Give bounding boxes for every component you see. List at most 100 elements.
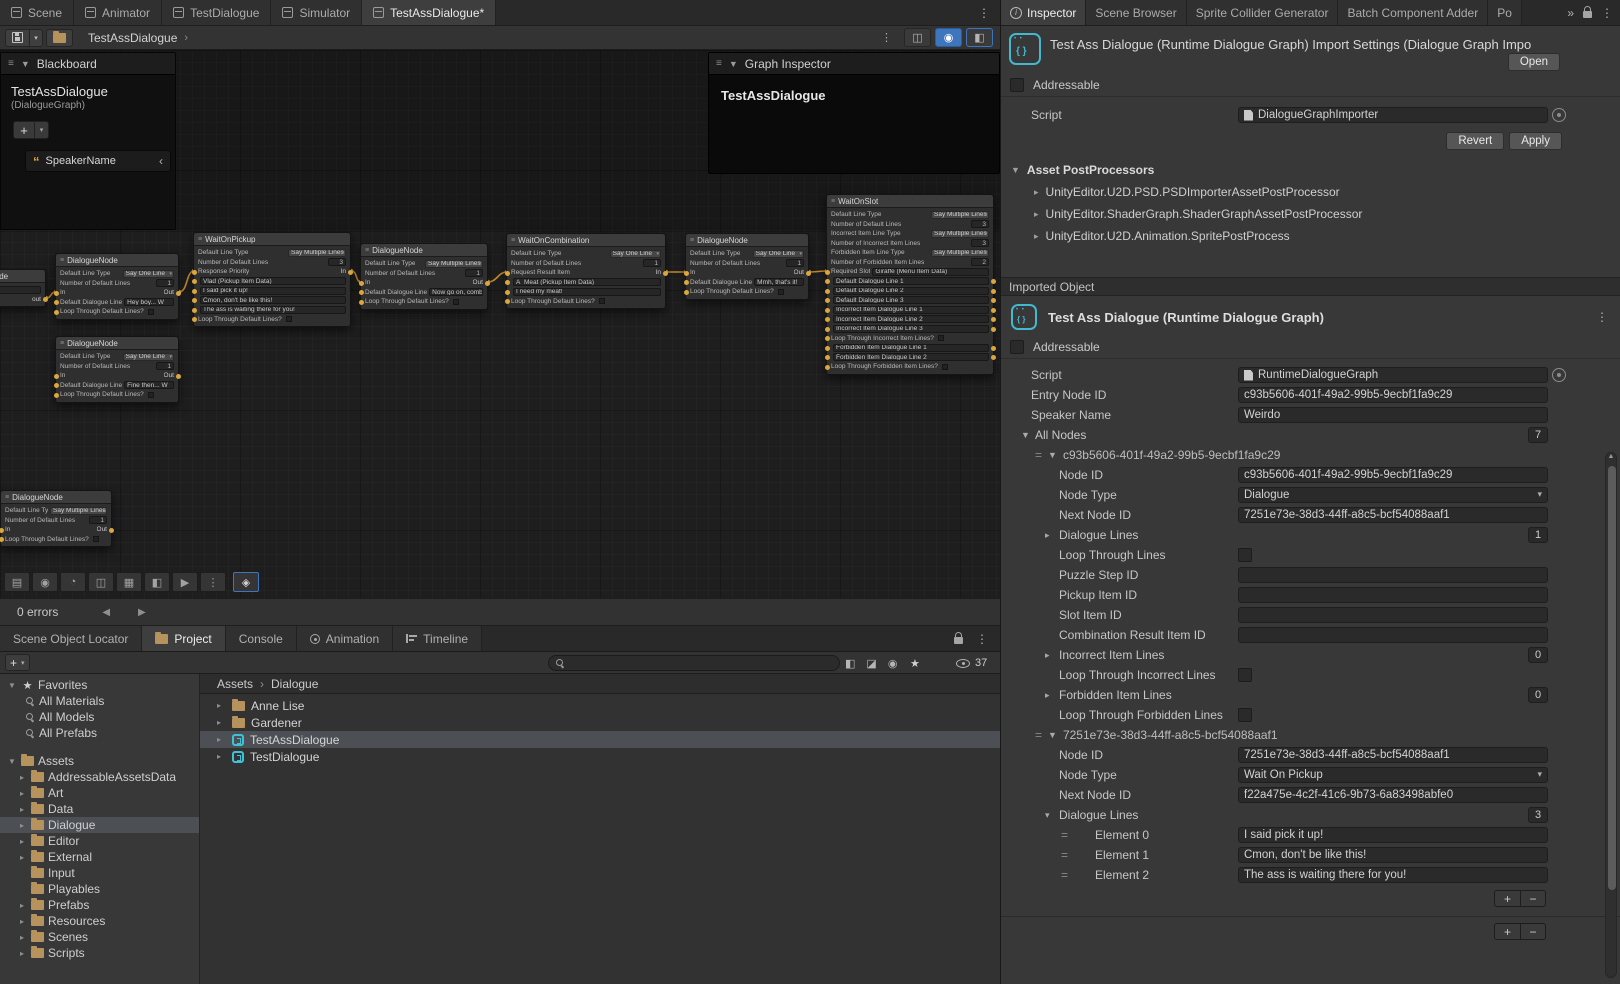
node-title[interactable]: ≡DialogueNode	[56, 337, 178, 350]
node-row[interactable]: Incorrect Item Dialogue Line 3	[827, 324, 993, 334]
tab-animation[interactable]: Animation	[297, 626, 393, 651]
input-port-icon[interactable]	[54, 393, 59, 398]
node-title[interactable]: ≡WaitOnSlot	[827, 195, 993, 208]
node-row[interactable]: Number of Default Lines1	[507, 259, 665, 269]
output-port-icon[interactable]	[348, 270, 353, 275]
blackboard-header[interactable]: ≡ ▼ Blackboard	[1, 53, 175, 75]
graph-node-waitonpickup[interactable]: ≡WaitOnPickup Default Line TypeSay Multi…	[193, 232, 351, 327]
expand-arrow-icon[interactable]: ▸	[17, 821, 27, 830]
node-title[interactable]: ≡DialogueNode	[361, 244, 487, 257]
node-row[interactable]: InOut	[686, 268, 808, 278]
input-port-icon[interactable]	[0, 537, 4, 542]
node-row[interactable]: Default Line TypeSay Multiple Lines	[361, 259, 487, 269]
tab-scene[interactable]: Scene	[0, 0, 74, 25]
add-element-button[interactable]: +	[1495, 924, 1520, 939]
node-row[interactable]: Number of Default Lines1	[686, 259, 808, 269]
value-field[interactable]: Cmon, don't be like this!	[1238, 847, 1548, 863]
node-row[interactable]: Default Line TypeSay One Line	[56, 269, 178, 279]
input-port-icon[interactable]	[505, 280, 510, 285]
breadcrumb[interactable]: Assets › Dialogue	[200, 674, 1000, 694]
foldout-arrow-icon[interactable]: ▼	[7, 681, 17, 690]
value-field[interactable]: Weirdo	[1238, 407, 1548, 423]
node-row[interactable]: Loop Through Incorrect Item Lines?	[827, 334, 993, 344]
value-field[interactable]: The ass is waiting there for you!	[1238, 867, 1548, 883]
node-row[interactable]: InOut	[361, 278, 487, 288]
object-menu-icon[interactable]: ⋮	[1596, 310, 1610, 324]
node-row[interactable]	[0, 285, 45, 295]
postprocessor-item[interactable]: ▸UnityEditor.ShaderGraph.ShaderGraphAsse…	[1001, 203, 1620, 225]
node-row[interactable]: Loop Through Default Lines?	[56, 390, 178, 400]
graph-tool-button[interactable]: ◈	[233, 572, 259, 592]
tree-folder-item[interactable]: ▸Scenes	[0, 929, 199, 945]
node-row[interactable]: Incorrect Item Line TypeSay Multiple Lin…	[827, 229, 993, 239]
node-row[interactable]: Default Dialogue LineNow go on, combine …	[361, 288, 487, 298]
node-row[interactable]: Loop Through Default Lines?	[1, 535, 111, 545]
object-picker-icon[interactable]	[1552, 368, 1566, 382]
node-title[interactable]: ≡StartNode	[0, 270, 45, 283]
foldout-arrow-icon[interactable]	[1045, 650, 1059, 661]
input-port-icon[interactable]	[0, 528, 4, 533]
input-port-icon[interactable]	[505, 290, 510, 295]
save-search-icon[interactable]: ◧	[845, 657, 855, 670]
drag-handle-icon[interactable]: =	[1061, 848, 1077, 862]
value-field[interactable]: c93b5606-401f-49a2-99b5-9ecbf1fa9c29	[1238, 387, 1548, 403]
array-size-field[interactable]: 0	[1528, 647, 1548, 663]
graph-view-toggle[interactable]: ◫	[904, 28, 931, 47]
graph-node-waitonslot[interactable]: ≡WaitOnSlot Default Line TypeSay Multipl…	[826, 194, 994, 375]
node-row[interactable]: out	[0, 295, 45, 305]
drag-handle-icon[interactable]: ≡	[716, 58, 722, 69]
output-port-icon[interactable]	[176, 291, 181, 296]
panel-menu-icon[interactable]: ⋮	[976, 632, 988, 646]
input-port-icon[interactable]	[825, 365, 830, 370]
node-row[interactable]: Vlad (Pickup Item Data)	[194, 277, 350, 287]
output-port-icon[interactable]	[991, 317, 996, 322]
addressable-checkbox[interactable]	[1010, 340, 1024, 354]
node-row[interactable]: Incorrect Item Dialogue Line 1	[827, 305, 993, 315]
expand-arrow-icon[interactable]: ▸	[217, 718, 226, 727]
tab-animator[interactable]: Animator	[74, 0, 162, 25]
graph-node-dialogue-1[interactable]: ≡DialogueNode Default Line TypeSay One L…	[55, 253, 179, 320]
tree-folder-item[interactable]: ▸Resources	[0, 913, 199, 929]
input-port-icon[interactable]	[54, 310, 59, 315]
foldout-arrow-icon[interactable]: ▼	[21, 59, 30, 69]
value-field[interactable]	[1238, 627, 1548, 643]
node-title[interactable]: ≡WaitOnPickup	[194, 233, 350, 246]
output-port-icon[interactable]	[991, 308, 996, 313]
output-port-icon[interactable]	[43, 297, 48, 302]
node-row[interactable]: Forbidden Item Dialogue Line 1	[827, 343, 993, 353]
input-port-icon[interactable]	[825, 327, 830, 332]
output-port-icon[interactable]	[991, 289, 996, 294]
array-size-field[interactable]: 0	[1528, 687, 1548, 703]
tree-folder-item[interactable]: ▸AddressableAssetsData	[0, 769, 199, 785]
tab-simulator[interactable]: Simulator	[271, 0, 362, 25]
asset-tools-icon[interactable]: ◪	[866, 657, 876, 670]
scroll-up-icon[interactable]: ▲	[1606, 453, 1616, 460]
open-button[interactable]: Open	[1508, 53, 1560, 71]
input-port-icon[interactable]	[825, 279, 830, 284]
node-row[interactable]: Number of Default Lines1	[1, 516, 111, 526]
node-row[interactable]: Default Line TypeSay Multiple Lines	[1, 506, 111, 516]
inspector-scrollbar[interactable]: ▲	[1605, 452, 1617, 978]
graph-canvas[interactable]: ≡StartNode out ≡DialogueNode Default Lin…	[0, 50, 1000, 598]
tree-folder-item[interactable]: ▸Art	[0, 785, 199, 801]
tree-folder-item[interactable]: ▸Input	[0, 865, 199, 881]
scrollbar-thumb[interactable]	[1608, 466, 1616, 890]
input-port-icon[interactable]	[825, 346, 830, 351]
graph-node-start[interactable]: ≡StartNode out	[0, 269, 46, 307]
value-field[interactable]: f22a475e-4c2f-41c6-9b73-6a83498abfe0	[1238, 787, 1548, 803]
add-property-button[interactable]: +	[13, 121, 35, 139]
project-search[interactable]	[548, 655, 840, 671]
next-error-icon[interactable]: ▶	[138, 607, 146, 618]
node-title[interactable]: ≡DialogueNode	[56, 254, 178, 267]
expand-arrow-icon[interactable]: ▸	[17, 805, 27, 814]
tab-inspector[interactable]: iInspector	[1001, 0, 1086, 25]
tab-scene-browser[interactable]: Scene Browser	[1086, 0, 1186, 25]
tab-clipped[interactable]: Po	[1488, 0, 1522, 25]
node-row[interactable]: I need my meat!	[507, 287, 665, 297]
graph-view-toggle[interactable]: ◧	[966, 28, 993, 47]
node-row[interactable]: Default Line TypeSay One Line	[56, 352, 178, 362]
tree-folder-item[interactable]: ▸Scripts	[0, 945, 199, 961]
foldout-arrow-icon[interactable]	[1045, 810, 1059, 821]
lock-icon[interactable]	[954, 637, 963, 644]
tree-folder-item[interactable]: ▸Data	[0, 801, 199, 817]
